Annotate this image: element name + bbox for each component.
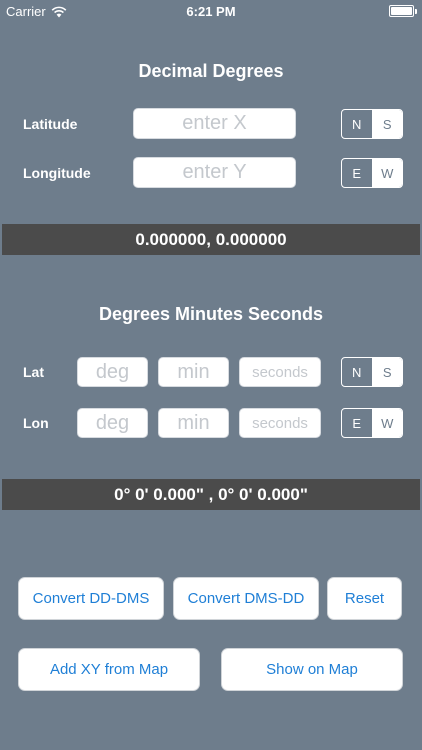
show-on-map-button[interactable]: Show on Map <box>221 648 403 691</box>
lat-label: Lat <box>23 364 44 380</box>
segment-n[interactable]: N <box>342 110 372 138</box>
battery-icon <box>389 5 417 17</box>
decimal-degrees-title: Decimal Degrees <box>138 61 284 81</box>
segment-e[interactable]: E <box>342 409 372 437</box>
longitude-input[interactable] <box>133 157 296 188</box>
lon-label: Lon <box>23 415 49 431</box>
lat-ns-segmented[interactable]: N S <box>341 109 403 139</box>
dms-result: 0° 0' 0.000" , 0° 0' 0.000" <box>2 479 420 510</box>
lon-sec-input[interactable] <box>239 408 321 438</box>
status-time: 6:21 PM <box>186 4 236 19</box>
dms-lat-ns-segmented[interactable]: N S <box>341 357 403 387</box>
dms-lon-ew-segmented[interactable]: E W <box>341 408 403 438</box>
lat-sec-input[interactable] <box>239 357 321 387</box>
decimal-result: 0.000000, 0.000000 <box>2 224 420 255</box>
lon-ew-segmented[interactable]: E W <box>341 158 403 188</box>
latitude-input[interactable] <box>133 108 296 139</box>
reset-button[interactable]: Reset <box>327 577 402 620</box>
segment-s[interactable]: S <box>371 110 402 138</box>
convert-dms-dd-button[interactable]: Convert DMS-DD <box>173 577 319 620</box>
add-xy-from-map-button[interactable]: Add XY from Map <box>18 648 200 691</box>
lon-deg-input[interactable] <box>77 408 148 438</box>
longitude-label: Longitude <box>23 165 91 181</box>
lon-min-input[interactable] <box>158 408 229 438</box>
latitude-label: Latitude <box>23 116 78 132</box>
segment-s[interactable]: S <box>371 358 402 386</box>
lat-deg-input[interactable] <box>77 357 148 387</box>
segment-w[interactable]: W <box>371 409 402 437</box>
segment-e[interactable]: E <box>342 159 372 187</box>
dms-title: Degrees Minutes Seconds <box>98 304 324 324</box>
segment-n[interactable]: N <box>342 358 372 386</box>
lat-min-input[interactable] <box>158 357 229 387</box>
battery-fill <box>391 7 412 15</box>
convert-dd-dms-button[interactable]: Convert DD-DMS <box>18 577 164 620</box>
segment-w[interactable]: W <box>371 159 402 187</box>
status-bar: Carrier 6:21 PM <box>0 0 422 22</box>
